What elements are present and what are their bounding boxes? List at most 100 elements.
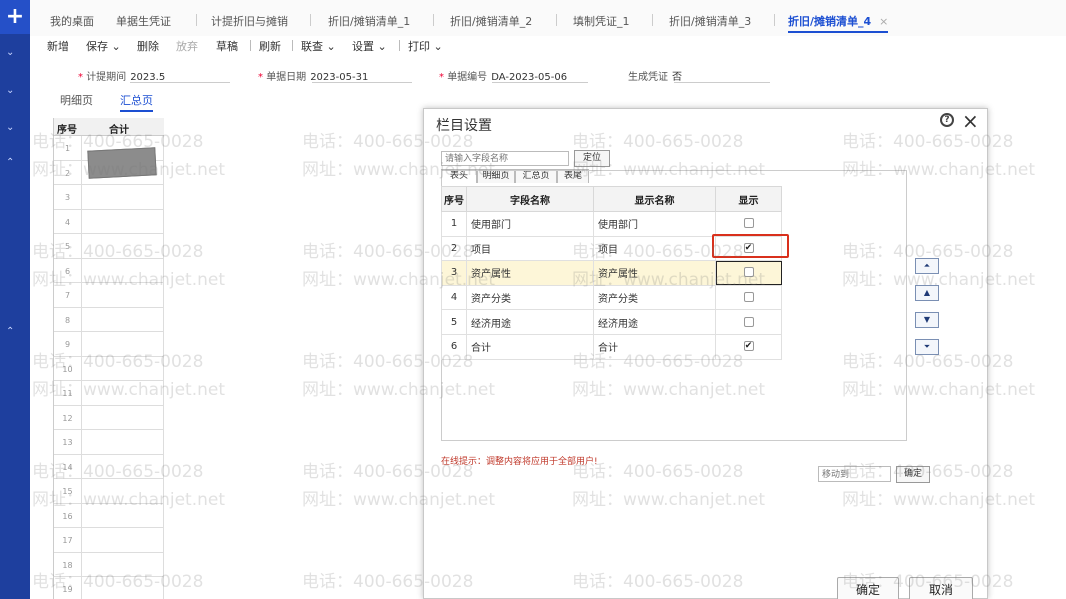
tab-doc-voucher[interactable]: 单据生凭证 — [116, 13, 171, 31]
tab-list-4[interactable]: 折旧/摊销清单_4 × — [788, 13, 889, 33]
grid-row-number: 1 — [54, 136, 82, 160]
col-display-header: 显示名称 — [593, 186, 716, 212]
date-field: * 单据日期 2023-05-31 — [258, 72, 369, 83]
grid-row[interactable]: 3 — [54, 185, 164, 210]
display-name-cell[interactable]: 合计 — [593, 333, 716, 360]
summary-grid: 序号 合计 1 2 3 4 5 6 7 8 9 10 11 12 13 14 15 16 17 18 19 — [53, 118, 164, 599]
move-up-button[interactable]: ▲ — [915, 285, 939, 301]
field-row[interactable]: 4 资产分类 资产分类 — [441, 284, 782, 311]
display-name-cell[interactable]: 资产属性 — [593, 260, 716, 286]
tab-voucher-1[interactable]: 填制凭证_1 — [573, 13, 630, 31]
grid-row[interactable]: 19 — [54, 577, 164, 599]
grid-row[interactable]: 8 — [54, 307, 164, 332]
grid-row[interactable]: 16 — [54, 503, 164, 528]
add-icon[interactable]: + — [0, 0, 30, 34]
field-name-cell: 经济用途 — [466, 309, 594, 335]
grid-row[interactable]: 13 — [54, 430, 164, 455]
show-checkbox[interactable] — [743, 218, 754, 229]
col-field-header: 字段名称 — [466, 186, 594, 212]
grid-row-number: 7 — [54, 283, 82, 307]
move-confirm-button[interactable]: 确定 — [896, 466, 930, 483]
close-icon[interactable]: × — [879, 15, 888, 28]
draft-button[interactable]: 草稿 — [216, 38, 238, 54]
tab-label: 折旧/摊销清单_4 — [788, 15, 872, 28]
chevron-up-icon[interactable]: ⌃ — [6, 157, 14, 168]
field-row-no: 3 — [441, 260, 467, 286]
tab-summary-page[interactable]: 汇总页 — [120, 92, 153, 112]
show-cell — [715, 309, 782, 335]
field-row-no: 1 — [441, 211, 467, 237]
ok-button[interactable]: 确定 — [837, 577, 899, 599]
grid-row-number: 6 — [54, 258, 82, 282]
grid-row[interactable]: 18 — [54, 552, 164, 577]
move-down-button[interactable]: ▼ — [915, 312, 939, 328]
field-row[interactable]: 1 使用部门 使用部门 — [441, 211, 782, 237]
grid-header: 序号 合计 — [54, 118, 164, 136]
add-button[interactable]: 新增 — [47, 38, 69, 54]
save-button[interactable]: 保存 ⌄ — [86, 38, 121, 54]
display-name-cell[interactable]: 资产分类 — [593, 284, 716, 311]
grid-row[interactable]: 6 — [54, 258, 164, 283]
field-name-cell: 资产分类 — [466, 284, 594, 311]
grid-row-number: 2 — [54, 160, 82, 184]
chevron-down-icon[interactable]: ⌄ — [6, 85, 14, 96]
move-to-input[interactable] — [818, 466, 891, 482]
show-checkbox-checked[interactable]: ✔ — [743, 341, 754, 352]
grid-row-number: 14 — [54, 454, 82, 478]
show-checkbox[interactable] — [743, 292, 754, 303]
grid-row[interactable]: 12 — [54, 405, 164, 430]
field-row[interactable]: 5 经济用途 经济用途 — [441, 309, 782, 335]
refresh-button[interactable]: 刷新 — [259, 38, 281, 54]
grid-row[interactable]: 14 — [54, 454, 164, 479]
settings-label: 设置 — [352, 40, 374, 53]
abandon-button[interactable]: 放弃 — [176, 38, 198, 54]
grid-row[interactable]: 4 — [54, 209, 164, 234]
tab-list-2[interactable]: 折旧/摊销清单_2 — [450, 13, 532, 31]
grid-row[interactable]: 11 — [54, 381, 164, 406]
close-icon[interactable]: × — [962, 109, 979, 133]
grid-row[interactable]: 15 — [54, 479, 164, 504]
grid-row-number: 5 — [54, 234, 82, 258]
link-menu[interactable]: 联查 ⌄ — [301, 38, 336, 54]
chevron-down-icon[interactable]: ⌄ — [6, 122, 14, 133]
show-checkbox[interactable] — [743, 316, 754, 327]
field-name-cell: 使用部门 — [466, 211, 594, 237]
chevron-down-icon: ⌄ — [326, 40, 336, 53]
grid-row-number: 12 — [54, 405, 82, 429]
chevron-down-icon[interactable]: ⌄ — [6, 47, 14, 58]
voucher-field: 生成凭证否 — [628, 68, 682, 83]
tab-depreciation[interactable]: 计提折旧与摊销 — [211, 13, 288, 31]
grid-row[interactable]: 5 — [54, 234, 164, 259]
grid-col-no: 序号 — [57, 125, 77, 136]
display-name-cell[interactable]: 项目 — [593, 235, 716, 262]
field-name-cell: 资产属性 — [466, 260, 594, 286]
move-top-button[interactable]: ⏶ — [915, 258, 939, 274]
grid-row[interactable]: 17 — [54, 528, 164, 553]
field-search-input[interactable] — [441, 151, 569, 166]
move-bottom-button[interactable]: ⏷ — [915, 339, 939, 355]
tab-list-1[interactable]: 折旧/摊销清单_1 — [328, 13, 410, 31]
delete-button[interactable]: 删除 — [137, 38, 159, 54]
help-icon[interactable]: ? — [940, 113, 954, 127]
field-row[interactable]: 6 合计 合计 ✔ — [441, 333, 782, 360]
grid-row[interactable]: 7 — [54, 283, 164, 308]
toolbar: 新增 保存 ⌄ 删除 放弃 草稿 刷新 联查 ⌄ 设置 ⌄ 打印 ⌄ — [30, 36, 1066, 56]
display-name-cell[interactable]: 经济用途 — [593, 309, 716, 335]
link-label: 联查 — [301, 40, 323, 53]
tab-desktop[interactable]: 我的桌面 — [50, 13, 94, 31]
cancel-button[interactable]: 取消 — [909, 577, 973, 599]
chevron-down-icon: ⌄ — [433, 40, 443, 53]
field-row-no: 4 — [441, 284, 467, 311]
show-cell: ✔ — [715, 333, 782, 360]
display-name-cell[interactable]: 使用部门 — [593, 211, 716, 237]
tab-detail-page[interactable]: 明细页 — [60, 92, 93, 108]
chevron-up-icon[interactable]: ⌃ — [6, 326, 14, 337]
field-row-no: 5 — [441, 309, 467, 335]
print-menu[interactable]: 打印 ⌄ — [408, 38, 443, 54]
grid-row[interactable]: 10 — [54, 356, 164, 381]
settings-menu[interactable]: 设置 ⌄ — [352, 38, 387, 54]
tab-list-3[interactable]: 折旧/摊销清单_3 — [669, 13, 751, 31]
show-cell — [715, 211, 782, 237]
locate-button[interactable]: 定位 — [574, 150, 610, 167]
grid-row[interactable]: 9 — [54, 332, 164, 357]
